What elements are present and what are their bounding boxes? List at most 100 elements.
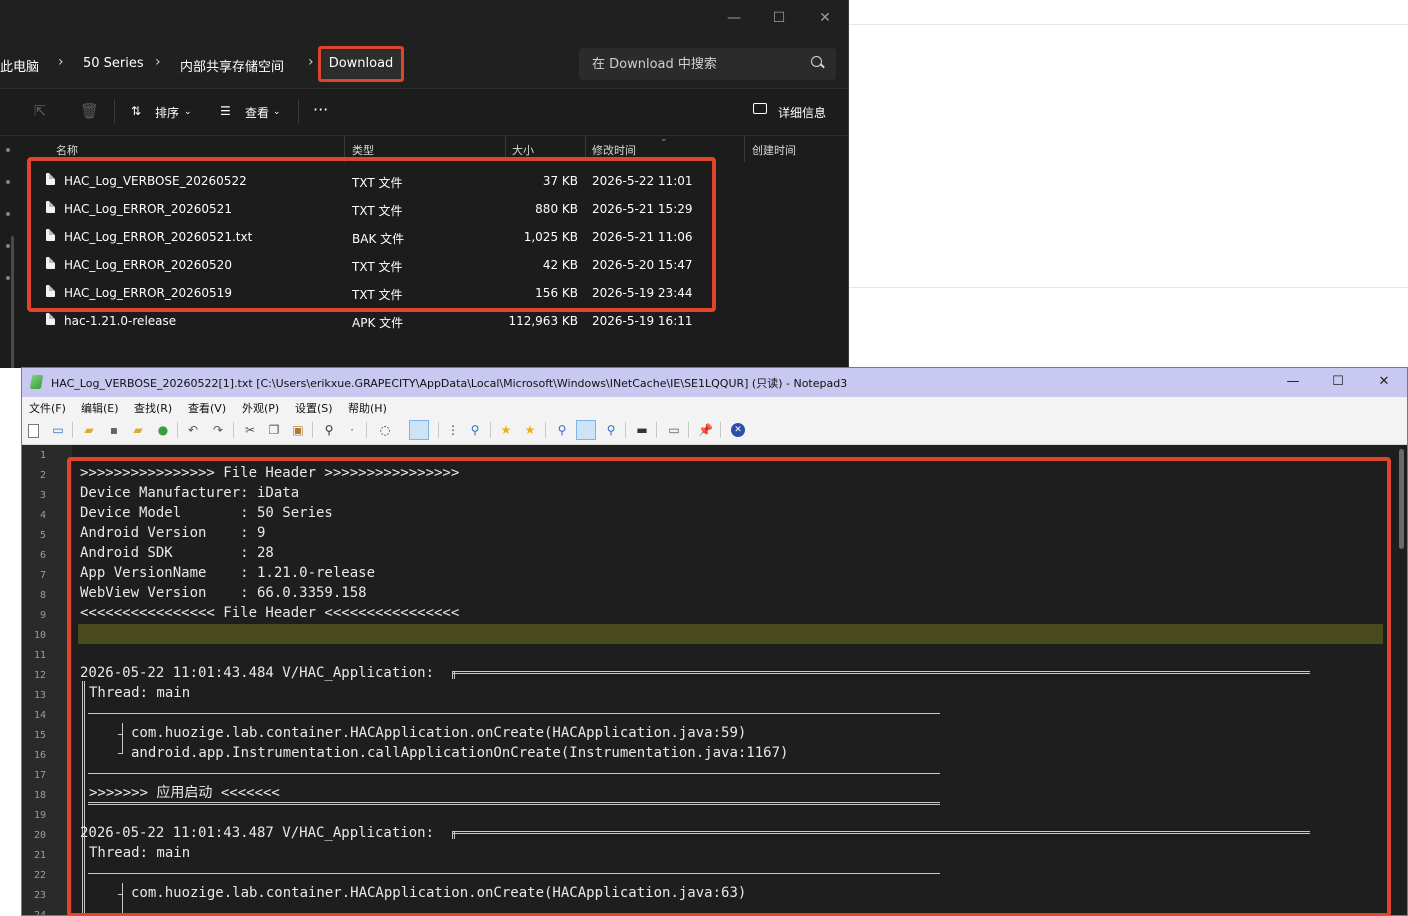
- details-pane-icon[interactable]: [753, 103, 767, 114]
- toolbar-divider: [720, 422, 721, 438]
- open-folder-icon[interactable]: ▰: [82, 423, 96, 437]
- pin-icon[interactable]: 📌: [698, 423, 713, 437]
- breadcrumb-storage[interactable]: 内部共享存储空间: [180, 56, 284, 75]
- explorer-titlebar: — ☐ ✕: [0, 0, 848, 40]
- menu-bar: 文件(F) 编辑(E) 查找(R) 查看(V) 外观(P) 设置(S) 帮助(H…: [22, 397, 1407, 417]
- line-number: 2: [39, 470, 46, 481]
- background-divider: [848, 287, 1408, 288]
- nav-expander[interactable]: [6, 244, 10, 248]
- more-options-button[interactable]: ···: [313, 100, 328, 119]
- menu-find[interactable]: 查找(R): [134, 400, 172, 416]
- scheme-icon[interactable]: ▬: [635, 423, 649, 437]
- search-input[interactable]: [579, 48, 836, 80]
- delete-icon[interactable]: 🗑: [80, 103, 99, 119]
- menu-appearance[interactable]: 外观(P): [242, 400, 279, 416]
- menu-edit[interactable]: 编辑(E): [81, 400, 119, 416]
- menu-file[interactable]: 文件(F): [29, 400, 66, 416]
- chevron-right-icon[interactable]: ›: [58, 54, 64, 70]
- exit-icon[interactable]: ✕: [731, 423, 745, 437]
- toolbar-divider: [72, 422, 73, 438]
- toolbar-divider: [625, 422, 626, 438]
- chevron-down-icon[interactable]: ⌄: [273, 107, 281, 117]
- sort-button[interactable]: 排序: [155, 104, 179, 121]
- line-number: 8: [39, 590, 46, 601]
- bookmark-next-icon[interactable]: ★: [523, 423, 537, 437]
- line-number: 13: [33, 690, 46, 701]
- save-icon[interactable]: ▪: [107, 423, 121, 437]
- line-number: 16: [33, 750, 46, 761]
- navigation-pane: [0, 136, 24, 368]
- line-number: 22: [33, 870, 46, 881]
- details-button[interactable]: 详细信息: [778, 104, 826, 121]
- new-window-icon[interactable]: ▭: [51, 423, 65, 437]
- nav-scrollbar[interactable]: [11, 236, 14, 368]
- line-number: 9: [39, 610, 46, 621]
- line-number: 11: [33, 650, 46, 661]
- close-icon[interactable]: ✕: [815, 8, 835, 28]
- paste-icon[interactable]: ▣: [291, 423, 305, 437]
- toolbar-divider: [656, 422, 657, 438]
- column-size[interactable]: 大小: [512, 142, 534, 158]
- zoom-reset-icon[interactable]: [576, 420, 596, 440]
- zoom-out-icon[interactable]: ⚲: [604, 423, 618, 437]
- line-number: 14: [33, 710, 46, 721]
- browse-icon[interactable]: ▰: [131, 423, 145, 437]
- sort-icon[interactable]: ⇅: [131, 104, 141, 118]
- notepad-titlebar: HAC_Log_VERBOSE_20260522[1].txt [C:\User…: [22, 368, 1407, 397]
- chevron-right-icon[interactable]: ›: [155, 54, 161, 70]
- bookmark-icon[interactable]: ★: [499, 423, 513, 437]
- breadcrumb-this-pc[interactable]: 此电脑: [0, 56, 39, 75]
- word-wrap-icon[interactable]: ◌: [378, 423, 392, 437]
- nav-expander[interactable]: [6, 212, 10, 216]
- file-explorer-window: — ☐ ✕ 此电脑 › 50 Series › 内部共享存储空间 › Downl…: [0, 0, 849, 368]
- toolbar-divider: [490, 422, 491, 438]
- column-type[interactable]: 类型: [352, 142, 374, 158]
- maximize-icon[interactable]: ☐: [1327, 373, 1349, 391]
- breadcrumb-device[interactable]: 50 Series: [83, 56, 144, 71]
- copy-icon[interactable]: ❐: [267, 423, 281, 437]
- menu-view[interactable]: 查看(V): [188, 400, 226, 416]
- notepad3-logo-icon: [29, 375, 44, 389]
- maximize-icon[interactable]: ☐: [769, 8, 789, 28]
- line-numbers-icon[interactable]: ⋮: [446, 423, 460, 437]
- toolbar: ▭ ▰ ▪ ▰ ● ↶ ↷ ✂ ❐ ▣ ⚲ · ◌ ⋮ ⚲ ★ ★ ⚲ ⚲ ▬ …: [22, 417, 1407, 445]
- cut-icon[interactable]: ✂: [243, 423, 257, 437]
- find-icon[interactable]: ⚲: [322, 423, 336, 437]
- zoom-icon[interactable]: ⚲: [468, 423, 482, 437]
- line-number: 17: [33, 770, 46, 781]
- column-modified[interactable]: 修改时间: [592, 142, 636, 158]
- recent-files-icon[interactable]: ●: [156, 423, 170, 437]
- share-icon[interactable]: ⇱: [32, 103, 48, 119]
- minimize-icon[interactable]: —: [1282, 373, 1304, 391]
- line-number: 12: [33, 670, 46, 681]
- file-type: APK 文件: [352, 316, 404, 330]
- line-number-gutter: 1 2 3 4 5 6 7 8 9 10 11 12 13 14 15 16 1…: [22, 445, 72, 915]
- menu-settings[interactable]: 设置(S): [295, 400, 333, 416]
- menu-help[interactable]: 帮助(H): [348, 400, 387, 416]
- nav-expander[interactable]: [6, 276, 10, 280]
- minimize-icon[interactable]: —: [724, 8, 744, 28]
- file-modified: 2026-5-19 16:11: [592, 314, 693, 328]
- line-number: 5: [39, 530, 46, 541]
- column-separator[interactable]: [744, 136, 745, 162]
- undo-icon[interactable]: ↶: [186, 423, 200, 437]
- close-icon[interactable]: ✕: [1373, 373, 1395, 391]
- replace-icon[interactable]: ·: [345, 423, 359, 437]
- chevron-down-icon[interactable]: ⌄: [184, 107, 192, 117]
- breadcrumb-download[interactable]: Download: [318, 46, 404, 82]
- nav-expander[interactable]: [6, 148, 10, 152]
- line-number: 15: [33, 730, 46, 741]
- search-icon[interactable]: [811, 56, 822, 67]
- whitespace-toggle-icon[interactable]: [409, 420, 429, 440]
- chevron-right-icon[interactable]: ›: [308, 54, 314, 70]
- vertical-scrollbar[interactable]: [1399, 449, 1404, 549]
- column-name[interactable]: 名称: [56, 142, 78, 158]
- zoom-in-icon[interactable]: ⚲: [555, 423, 569, 437]
- print-icon[interactable]: ▭: [667, 423, 681, 437]
- redo-icon[interactable]: ↷: [211, 423, 225, 437]
- nav-expander[interactable]: [6, 180, 10, 184]
- view-button[interactable]: 查看: [245, 104, 269, 121]
- view-icon[interactable]: ☰: [220, 104, 231, 118]
- column-created[interactable]: 创建时间: [752, 142, 796, 158]
- new-file-icon[interactable]: [28, 424, 39, 438]
